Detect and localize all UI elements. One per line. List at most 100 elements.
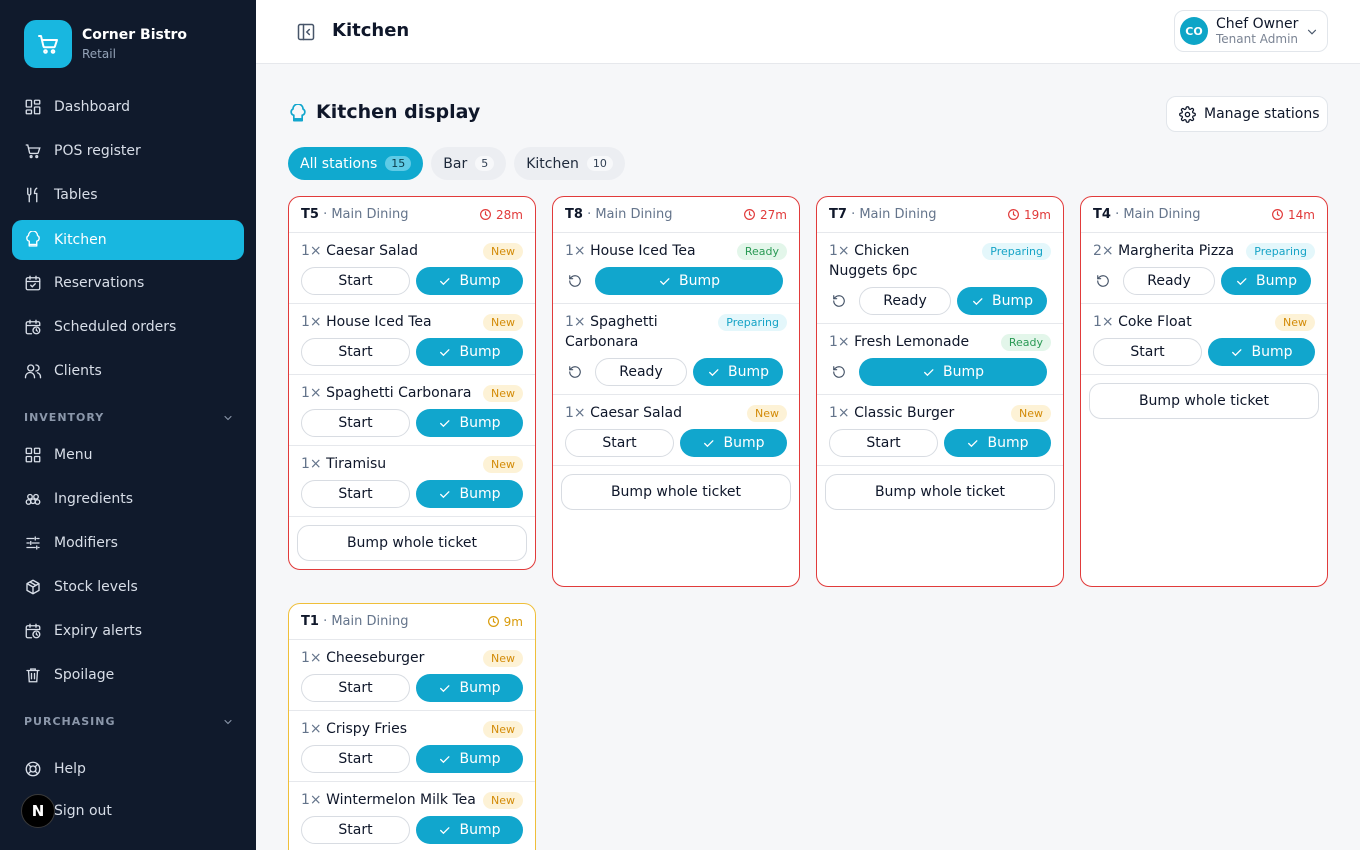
nav-expiry-alerts[interactable]: Expiry alerts	[12, 611, 244, 651]
item-name: 1× Wintermelon Milk Tea	[301, 790, 476, 810]
ticket-card: T7 · Main Dining 19m 1× Chicken Nuggets …	[816, 196, 1064, 587]
ticket-card: T1 · Main Dining 9m 1× Cheeseburger New S…	[288, 603, 536, 850]
bump-button[interactable]: Bump	[416, 816, 523, 844]
clock-icon	[480, 209, 492, 220]
undo-button[interactable]	[829, 362, 849, 382]
ready-button[interactable]: Ready	[859, 287, 951, 315]
dev-tools-badge[interactable]: N	[21, 794, 55, 828]
nav-kitchen[interactable]: Kitchen	[12, 220, 244, 260]
ready-button[interactable]: Ready	[595, 358, 687, 386]
bump-button[interactable]: Bump	[595, 267, 783, 295]
bump-button[interactable]: Bump	[416, 480, 523, 508]
item-name: 1× Spaghetti Carbonara	[301, 383, 472, 403]
nav-dashboard[interactable]: Dashboard	[12, 87, 244, 127]
start-button[interactable]: Start	[301, 674, 410, 702]
nav-menu-label: Menu	[54, 447, 93, 463]
ticket-item: 1× Wintermelon Milk Tea New Start Bump	[289, 782, 535, 850]
start-button[interactable]: Start	[301, 267, 410, 295]
bump-button[interactable]: Bump	[416, 674, 523, 702]
bump-label: Bump	[991, 293, 1033, 309]
nav-section-inventory[interactable]: INVENTORY	[24, 411, 234, 424]
filter-bar[interactable]: Bar 5	[431, 147, 507, 180]
bump-button[interactable]: Bump	[859, 358, 1047, 386]
bump-label: Bump	[1255, 273, 1297, 289]
chef-hat-icon	[26, 231, 40, 247]
item-name: 2× Margherita Pizza	[1093, 241, 1234, 261]
bump-button[interactable]: Bump	[944, 429, 1051, 457]
bump-button[interactable]: Bump	[1221, 267, 1311, 295]
undo-button[interactable]	[565, 271, 585, 291]
nav-modifiers[interactable]: Modifiers	[12, 523, 244, 563]
bump-button[interactable]: Bump	[416, 267, 523, 295]
filter-all-stations[interactable]: All stations 15	[288, 147, 424, 180]
item-name: 1× Chicken Nuggets 6pc	[829, 241, 969, 281]
bump-button[interactable]: Bump	[693, 358, 783, 386]
start-button[interactable]: Start	[301, 409, 410, 437]
bump-button[interactable]: Bump	[957, 287, 1047, 315]
bump-button[interactable]: Bump	[416, 409, 523, 437]
status-badge: Preparing	[982, 243, 1051, 260]
ticket-item: 1× Classic Burger New Start Bump	[817, 395, 1063, 466]
ticket-item: 1× House Iced Tea Ready Bump	[553, 233, 799, 304]
bump-label: Bump	[459, 822, 501, 838]
nav-pos-register[interactable]: POS register	[12, 131, 244, 171]
nav-spoilage[interactable]: Spoilage	[12, 655, 244, 695]
chevron-down-icon	[1307, 29, 1317, 35]
brand[interactable]: Corner Bistro Retail	[24, 20, 187, 68]
bump-whole-ticket-button[interactable]: Bump whole ticket	[1089, 383, 1319, 419]
ticket-item: 1× Crispy Fries New Start Bump	[289, 711, 535, 782]
item-qty: 1×	[301, 385, 322, 401]
ticket-title: T4 · Main Dining	[1093, 207, 1200, 222]
brand-name: Corner Bistro	[82, 27, 188, 43]
start-button[interactable]: Start	[301, 338, 410, 366]
check-icon	[924, 368, 934, 376]
ready-button[interactable]: Ready	[1123, 267, 1215, 295]
nav-ingredients[interactable]: Ingredients	[12, 479, 244, 519]
bump-whole-ticket-button[interactable]: Bump whole ticket	[561, 474, 791, 510]
nav-section-purchasing[interactable]: PURCHASING	[24, 715, 234, 728]
undo-button[interactable]	[1093, 271, 1113, 291]
nav-help[interactable]: Help	[12, 749, 244, 789]
item-qty: 1×	[829, 334, 850, 350]
ticket-table: T8	[565, 207, 583, 222]
ticket-item: 1× Chicken Nuggets 6pc Preparing Ready Bum…	[817, 233, 1063, 324]
bump-button[interactable]: Bump	[680, 429, 787, 457]
bump-button[interactable]: Bump	[416, 338, 523, 366]
start-button[interactable]: Start	[829, 429, 938, 457]
nav-reservations[interactable]: Reservations	[12, 263, 244, 303]
bump-button[interactable]: Bump	[1208, 338, 1315, 366]
nav-menu[interactable]: Menu	[12, 435, 244, 475]
ticket-area: · Main Dining	[323, 614, 409, 629]
status-badge: New	[483, 650, 523, 667]
start-button[interactable]: Start	[301, 480, 410, 508]
bump-whole-ticket-button[interactable]: Bump whole ticket	[297, 525, 527, 561]
start-button[interactable]: Start	[565, 429, 674, 457]
nav-stock-levels[interactable]: Stock levels	[12, 567, 244, 607]
grid-icon	[25, 447, 41, 463]
bump-whole-ticket-button[interactable]: Bump whole ticket	[825, 474, 1055, 510]
user-menu[interactable]: CO Chef Owner Tenant Admin	[1174, 10, 1328, 52]
filter-kitchen[interactable]: Kitchen 10	[514, 147, 625, 180]
start-button[interactable]: Start	[301, 745, 410, 773]
nav-tables[interactable]: Tables	[12, 175, 244, 215]
item-qty: 1×	[565, 243, 586, 259]
item-qty: 1×	[301, 243, 322, 259]
nav-clients[interactable]: Clients	[12, 351, 244, 391]
bump-button[interactable]: Bump	[416, 745, 523, 773]
undo-button[interactable]	[829, 291, 849, 311]
brand-subtitle: Retail	[82, 47, 116, 61]
undo-button[interactable]	[565, 362, 585, 382]
start-button[interactable]: Start	[1093, 338, 1202, 366]
start-button[interactable]: Start	[301, 816, 410, 844]
manage-stations-button[interactable]: Manage stations	[1166, 96, 1328, 132]
item-qty: 1×	[301, 456, 322, 472]
ticket-title: T7 · Main Dining	[829, 207, 936, 222]
check-icon	[440, 684, 450, 692]
sidebar-toggle-icon[interactable]	[296, 22, 316, 42]
nav-scheduled-orders[interactable]: Scheduled orders	[12, 307, 244, 347]
item-qty: 1×	[829, 405, 850, 421]
check-icon	[440, 826, 450, 834]
sidebar: Corner Bistro Retail Dashboard POS regis…	[0, 0, 256, 850]
item-qty: 1×	[565, 405, 586, 421]
ticket-item: 1× House Iced Tea New Start Bump	[289, 304, 535, 375]
